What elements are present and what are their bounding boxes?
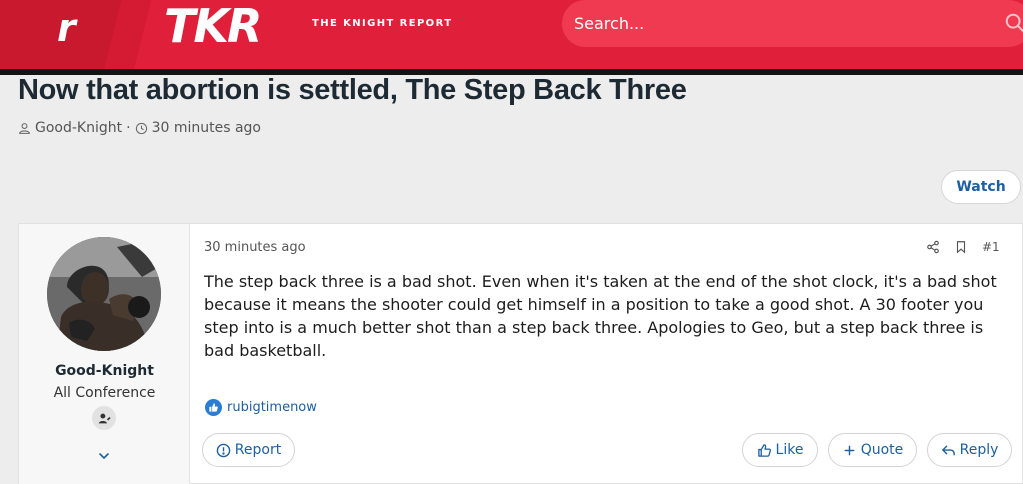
plus-icon — [844, 445, 855, 455]
reaction-user[interactable]: rubigtimenow — [227, 400, 317, 415]
rivals-logo[interactable]: r — [57, 6, 76, 50]
site-header: r TKR THE KNIGHT REPORT Search... — [0, 0, 1023, 73]
reply-label: Reply — [959, 442, 999, 458]
post-timestamp[interactable]: 30 minutes ago — [204, 240, 306, 255]
avatar-image — [47, 237, 161, 351]
quote-label: Quote — [860, 442, 904, 458]
post-user-title: All Conference — [53, 385, 156, 401]
watch-button[interactable]: Watch — [941, 170, 1021, 204]
meta-separator: · — [126, 120, 131, 136]
user-icon — [19, 122, 30, 134]
search-input[interactable]: Search... — [562, 0, 1023, 47]
post-number[interactable]: #1 — [982, 240, 1000, 254]
reply-button[interactable]: Reply — [927, 433, 1012, 467]
site-logo[interactable]: TKR — [164, 0, 262, 52]
site-tagline: THE KNIGHT REPORT — [312, 18, 453, 29]
report-label: Report — [234, 442, 282, 458]
like-label: Like — [775, 442, 804, 458]
post-body: The step back three is a bad shot. Even … — [204, 272, 997, 360]
alert-icon — [216, 443, 231, 457]
search-icon[interactable] — [1004, 12, 1023, 34]
thread-author[interactable]: Good-Knight — [35, 120, 122, 136]
chevron-down-icon[interactable] — [96, 448, 112, 464]
post: Good-Knight All Conference 30 minutes ag… — [18, 223, 1023, 484]
user-badge[interactable] — [92, 406, 116, 430]
like-reaction-icon — [205, 399, 222, 416]
thread-meta: Good-Knight · 30 minutes ago — [18, 120, 261, 136]
like-button[interactable]: Like — [742, 433, 818, 467]
avatar[interactable] — [47, 237, 161, 351]
post-tools: #1 — [926, 240, 1000, 254]
share-icon[interactable] — [926, 240, 940, 254]
thread-time[interactable]: 30 minutes ago — [152, 120, 261, 136]
reactions-bar[interactable]: rubigtimenow — [205, 399, 317, 416]
page-title: Now that abortion is settled, The Step B… — [18, 74, 687, 106]
report-button[interactable]: Report — [202, 433, 295, 467]
post-username[interactable]: Good-Knight — [19, 363, 190, 379]
quote-button[interactable]: Quote — [828, 433, 917, 467]
bookmark-icon[interactable] — [954, 240, 968, 254]
reply-arrow-icon — [941, 445, 955, 455]
search-placeholder: Search... — [574, 14, 645, 33]
post-user-column: Good-Knight All Conference — [19, 224, 190, 484]
clock-icon — [135, 122, 147, 134]
user-edit-icon — [98, 413, 111, 423]
thumbs-up-icon — [757, 443, 771, 457]
